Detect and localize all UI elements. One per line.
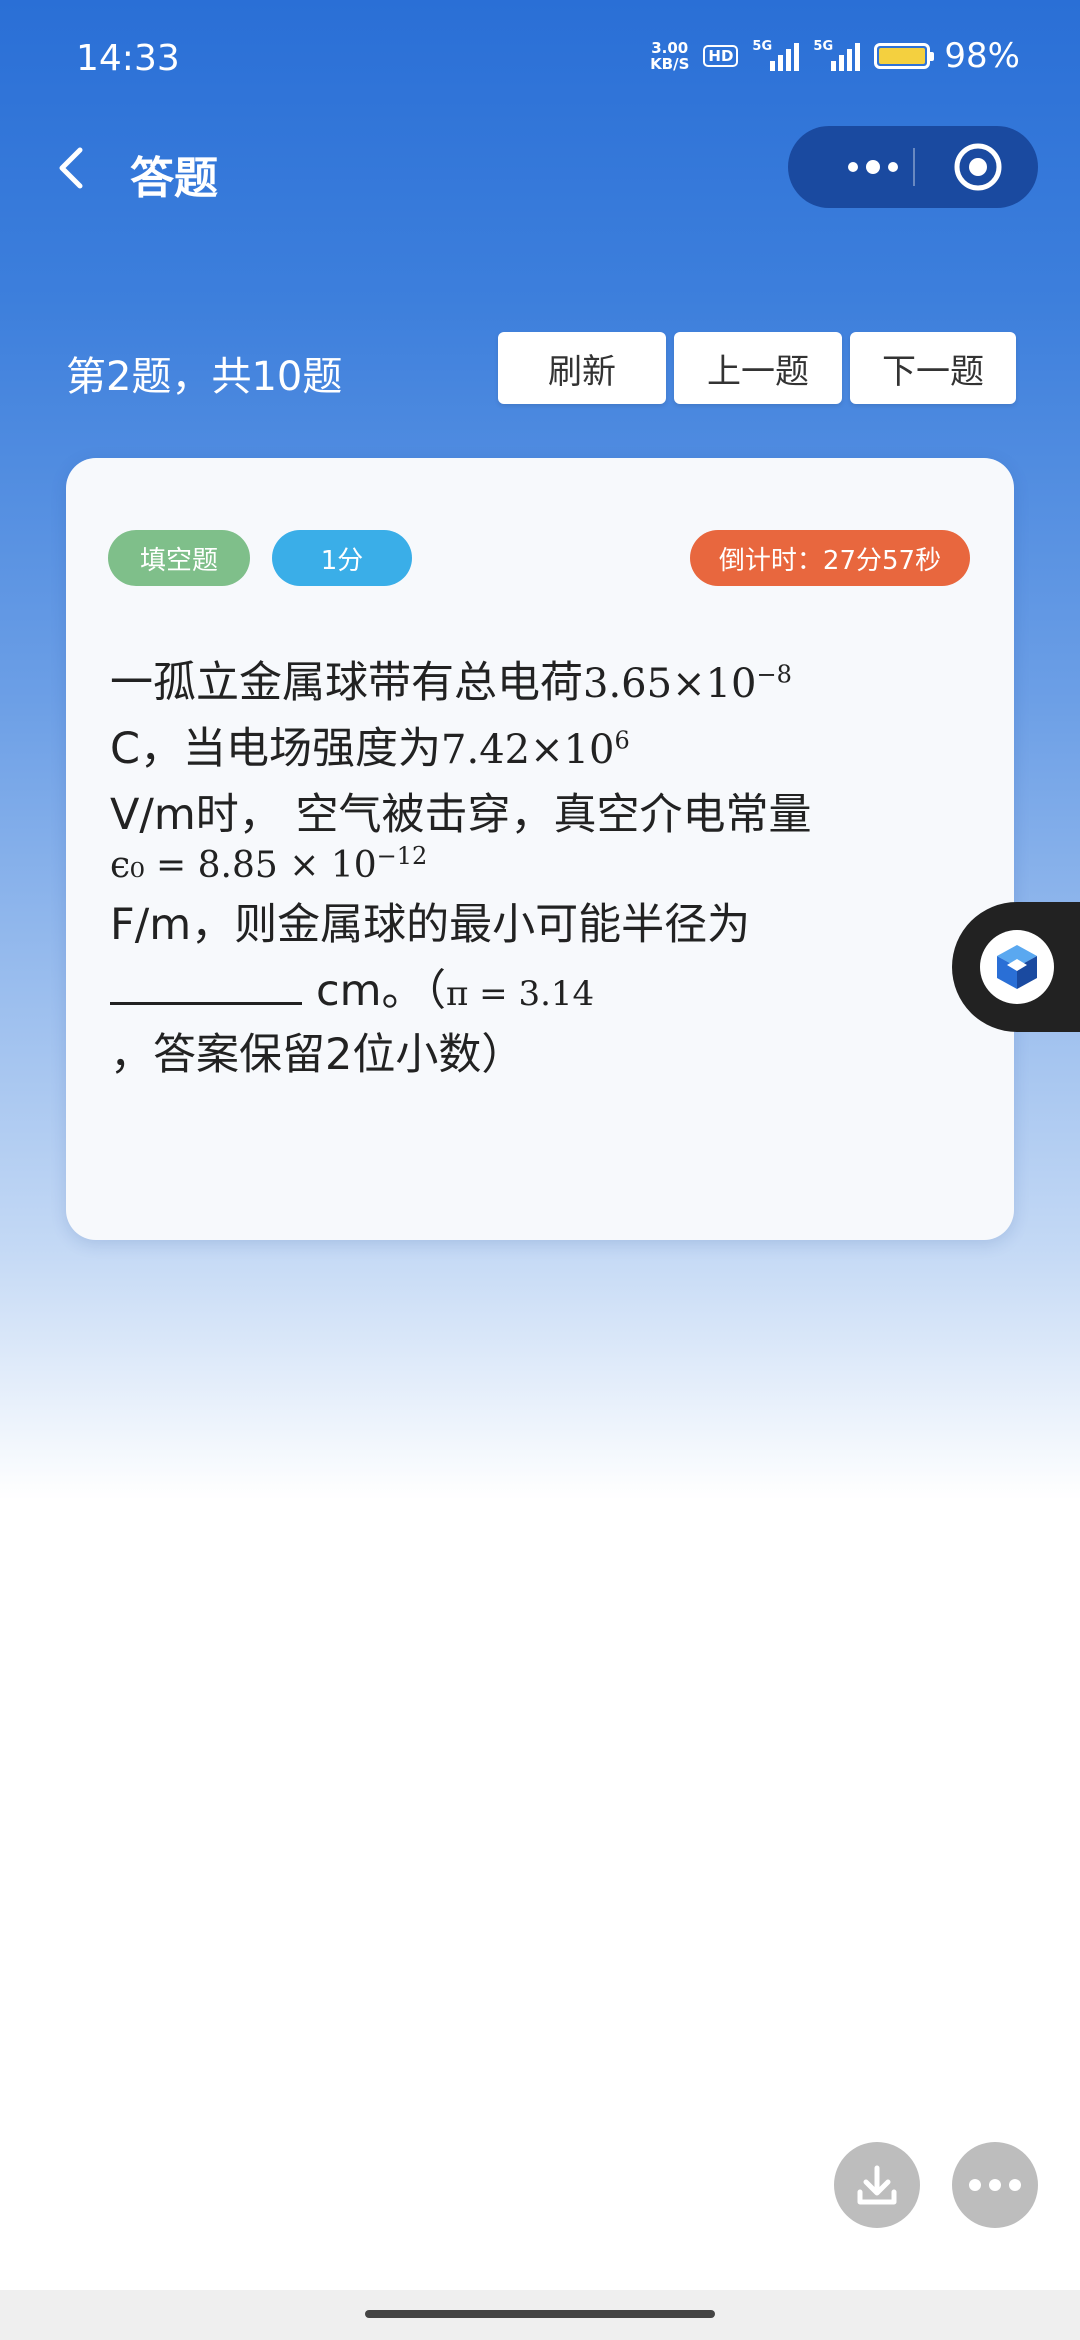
question-card: 填空题 1分 倒计时：27分57秒 一孤立金属球带有总电荷3.65×10−8 C… (66, 458, 1014, 1240)
signal-2-label: 5G (813, 39, 834, 54)
refresh-button[interactable]: 刷新 (498, 332, 666, 404)
chevron-left-icon (59, 147, 83, 189)
math-expression: ϵ₀ = 8.85 × 10−12 (110, 842, 428, 886)
floating-assistant-button[interactable] (952, 902, 1080, 1032)
question-type-badge: 填空题 (108, 530, 250, 586)
countdown-timer-badge: 倒计时：27分57秒 (690, 530, 970, 586)
math-expression: 3.65×10−8 (583, 661, 792, 707)
hd-icon: HD (703, 45, 739, 67)
signal-icon: 5G (813, 39, 861, 71)
signal-1-label: 5G (752, 39, 773, 54)
status-icons: 3.00 KB/S HD 5G 5G 98% (650, 36, 1020, 76)
answer-blank[interactable] (110, 966, 302, 1005)
target-circle-icon (954, 143, 1002, 191)
home-indicator[interactable] (365, 2310, 715, 2318)
math-base: 7.42×10 (441, 727, 615, 773)
net-speed: 3.00 KB/S (650, 40, 689, 72)
signal-icon: 5G (752, 39, 800, 71)
question-line: F/m，则金属球的最小可能半径为 (110, 900, 751, 950)
capsule-divider (913, 148, 915, 186)
question-line: cm。（π = 3.14 (110, 956, 594, 1018)
math-base: ϵ₀ = 8.85 × 10 (110, 845, 377, 886)
question-line: 一孤立金属球带有总电荷3.65×10−8 (110, 648, 792, 710)
math-expression: 7.42×106 (441, 727, 630, 773)
math-exponent: −8 (756, 660, 792, 689)
download-button[interactable] (834, 2142, 920, 2228)
capsule-close-button[interactable] (938, 126, 1018, 208)
page-title: 答题 (130, 153, 218, 204)
math-exponent: 6 (614, 726, 630, 755)
math-exponent: −12 (376, 842, 428, 870)
prev-question-button[interactable]: 上一题 (674, 332, 842, 404)
nav-bar: 答题 (0, 120, 1080, 216)
question-text-span: cm。（ (316, 966, 447, 1016)
capsule-more-button[interactable] (828, 126, 918, 208)
question-line: C，当电场强度为7.42×106 (110, 714, 630, 776)
battery-fill (879, 48, 925, 64)
download-icon (857, 2165, 897, 2205)
more-options-button[interactable] (952, 2142, 1038, 2228)
math-expression: π = 3.14 (446, 974, 595, 1014)
back-button[interactable] (52, 142, 92, 194)
status-bar: 14:33 3.00 KB/S HD 5G 5G 98% (0, 0, 1080, 120)
question-line: ϵ₀ = 8.85 × 10−12 (110, 838, 427, 888)
question-progress: 第2题，共10题 (66, 354, 343, 400)
battery-icon (874, 43, 935, 69)
question-line: V/m时， 空气被击穿，真空介电常量 (110, 790, 812, 840)
question-text-span: C，当电场强度为 (110, 724, 442, 774)
cube-icon (980, 930, 1054, 1004)
battery-percent: 98% (944, 36, 1020, 76)
more-dots-icon (969, 2179, 1021, 2191)
math-base: 3.65×10 (583, 661, 757, 707)
status-time: 14:33 (76, 38, 180, 79)
net-speed-value: 3.00 (651, 39, 689, 57)
mini-program-capsule (788, 126, 1038, 208)
question-text-span: 一孤立金属球带有总电荷 (110, 658, 583, 708)
question-line: ，答案保留2位小数） (110, 1030, 525, 1080)
next-question-button[interactable]: 下一题 (850, 332, 1016, 404)
net-speed-unit: KB/S (650, 55, 690, 73)
score-badge: 1分 (272, 530, 412, 586)
more-dots-icon (848, 160, 898, 174)
